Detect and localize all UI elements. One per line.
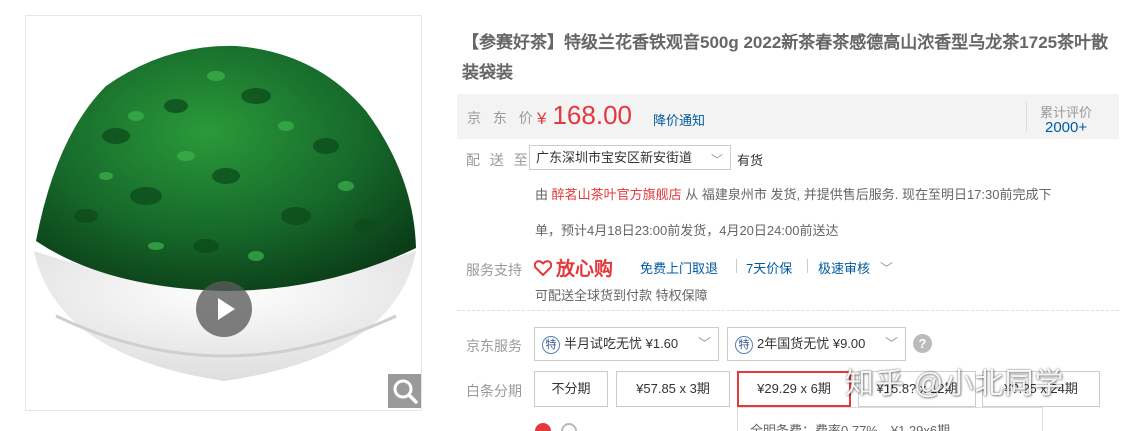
info-circle-icon: [561, 423, 577, 431]
service-label: 服务支持: [466, 262, 522, 278]
shipping-info-line1: 从 福建泉州市 发货, 并提供售后服务. 现在至明日17:30前完成下: [685, 187, 1052, 202]
zoom-button[interactable]: [388, 374, 421, 408]
delivery-label: 配 送 至: [466, 152, 531, 168]
shipping-info-line2: 单，预计4月18日23:00前发货，4月20日24:00前送达: [535, 223, 839, 238]
divider: [457, 310, 1119, 311]
jd-service-option-warranty[interactable]: 特 2年国货无忧 ¥9.00 ﹀: [727, 327, 906, 361]
chevron-down-icon[interactable]: ﹀: [880, 258, 893, 277]
shop-link[interactable]: 醉茗山茶叶官方旗舰店: [552, 187, 682, 202]
divider: [736, 259, 737, 273]
shipping-info: 由 醉茗山茶叶官方旗舰店 从 福建泉州市 发货, 并提供售后服务. 现在至明日1…: [535, 184, 1051, 203]
price-amount: 168.00: [552, 100, 632, 130]
installment-fee-tooltip: 全明条费：费率0.77%，¥1.29x6期: [737, 407, 1043, 431]
special-badge-icon: 特: [735, 336, 753, 354]
service-price-protect[interactable]: 7天价保: [746, 258, 792, 277]
fangxingou-label: 放心购: [556, 259, 614, 280]
chevron-down-icon: ﹀: [710, 153, 723, 167]
magnifier-icon: [393, 379, 418, 404]
jd-service-option-label: 半月试吃无忧 ¥1.60: [564, 336, 679, 351]
delivery-address: 广东深圳市宝安区新安街道: [536, 150, 693, 165]
service-fast-review[interactable]: 极速审核: [818, 258, 870, 277]
red-badge-icon: [535, 423, 551, 431]
shipping-from-prefix: 由: [535, 187, 549, 202]
help-icon[interactable]: ?: [913, 334, 932, 353]
divider: [807, 259, 808, 273]
currency-symbol: ¥: [537, 109, 547, 128]
jd-service-option-label: 2年国货无忧 ¥9.00: [757, 336, 866, 351]
service-sub-info: 可配送全球货到付款 特权保障: [535, 288, 708, 303]
play-video-button[interactable]: [196, 281, 252, 337]
jd-service-label: 京东服务: [466, 338, 522, 354]
installment-label: 白条分期: [466, 383, 522, 399]
stock-status: 有货: [737, 153, 764, 168]
tea-leaves-bowl-image: [26, 16, 421, 410]
price-bar: 京 东 价 ¥168.00 降价通知 累计评价 2000+: [457, 94, 1119, 139]
rating-count-link[interactable]: 2000+: [1045, 119, 1087, 136]
installment-option-3[interactable]: ¥57.85 x 3期: [616, 371, 730, 407]
installment-option-6[interactable]: ¥29.29 x 6期: [737, 371, 851, 407]
chevron-down-icon: ﹀: [697, 336, 711, 351]
special-badge-icon: 特: [542, 336, 560, 354]
price-value: ¥168.00: [537, 100, 632, 131]
fangxingou-badge[interactable]: 放心购: [534, 254, 613, 281]
price-label: 京 东 价: [467, 110, 537, 126]
watermark: 知乎 @小北同学: [845, 368, 1065, 400]
heart-icon: [534, 260, 552, 276]
chevron-down-icon: ﹀: [884, 336, 898, 351]
jd-service-option-trial[interactable]: 特半月试吃无忧 ¥1.60 ﹀: [534, 327, 719, 361]
service-free-return[interactable]: 免费上门取退: [640, 258, 718, 277]
delivery-address-select[interactable]: 广东深圳市宝安区新安街道 ﹀: [529, 145, 731, 170]
divider: [1026, 102, 1027, 132]
installment-option-none[interactable]: 不分期: [534, 371, 608, 407]
price-drop-notify-link[interactable]: 降价通知: [653, 110, 705, 129]
product-image[interactable]: [25, 15, 422, 411]
product-title: 【参赛好茶】特级兰花香铁观音500g 2022新茶春茶感德高山浓香型乌龙茶172…: [462, 33, 1109, 82]
